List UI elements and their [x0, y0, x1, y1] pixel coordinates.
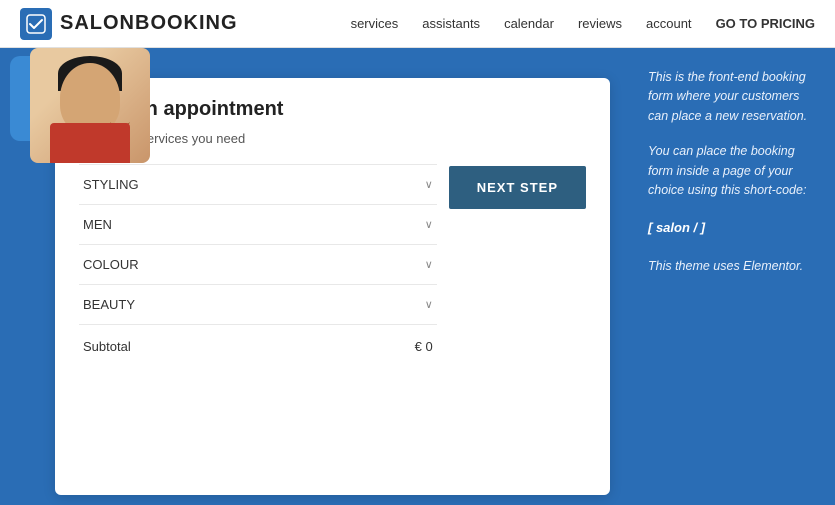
service-beauty-label: BEAUTY: [83, 297, 135, 312]
booking-title: Book an appointment: [79, 98, 586, 121]
main-layout: Book an appointment Select the services …: [0, 48, 835, 505]
sidebar-shortcode: [ salon / ]: [648, 220, 817, 235]
service-styling-label: STYLING: [83, 177, 139, 192]
chevron-beauty-icon: ∨: [425, 298, 433, 311]
sidebar-info-1: This is the front-end booking form where…: [648, 68, 817, 126]
service-men-label: MEN: [83, 217, 112, 232]
nav-calendar[interactable]: calendar: [504, 16, 554, 31]
main-nav: services assistants calendar reviews acc…: [351, 16, 815, 31]
subtotal-label: Subtotal: [83, 339, 131, 354]
chevron-colour-icon: ∨: [425, 258, 433, 271]
subtotal-row: Subtotal € 0: [79, 325, 437, 354]
sidebar-info-2: You can place the booking form inside a …: [648, 142, 817, 200]
logo-area: SALONBOOKING: [20, 8, 238, 40]
service-beauty[interactable]: BEAUTY ∨: [79, 285, 437, 325]
nav-pricing[interactable]: GO TO PRICING: [716, 16, 815, 31]
nav-assistants[interactable]: assistants: [422, 16, 480, 31]
right-panel: This is the front-end booking form where…: [630, 48, 835, 505]
nav-account[interactable]: account: [646, 16, 692, 31]
sidebar-elementor: This theme uses Elementor.: [648, 259, 817, 273]
person-area: [0, 48, 160, 163]
next-step-button[interactable]: NEXT STEP: [449, 166, 586, 209]
nav-services[interactable]: services: [351, 16, 399, 31]
chevron-men-icon: ∨: [425, 218, 433, 231]
nav-reviews[interactable]: reviews: [578, 16, 622, 31]
person-body: [50, 123, 130, 163]
services-list: STYLING ∨ MEN ∨ COLOUR ∨ BEAUTY ∨: [79, 164, 437, 354]
left-panel: Book an appointment Select the services …: [0, 48, 630, 505]
header: SALONBOOKING services assistants calenda…: [0, 0, 835, 48]
subtotal-value: € 0: [415, 339, 433, 354]
service-colour-label: COLOUR: [83, 257, 139, 272]
service-men[interactable]: MEN ∨: [79, 205, 437, 245]
chevron-styling-icon: ∨: [425, 178, 433, 191]
service-colour[interactable]: COLOUR ∨: [79, 245, 437, 285]
logo-icon: [20, 8, 52, 40]
services-row: STYLING ∨ MEN ∨ COLOUR ∨ BEAUTY ∨: [79, 164, 586, 354]
logo-text: SALONBOOKING: [60, 12, 238, 35]
booking-subtitle: Select the services you need: [79, 131, 586, 146]
person-image: [30, 48, 150, 163]
service-styling[interactable]: STYLING ∨: [79, 164, 437, 205]
